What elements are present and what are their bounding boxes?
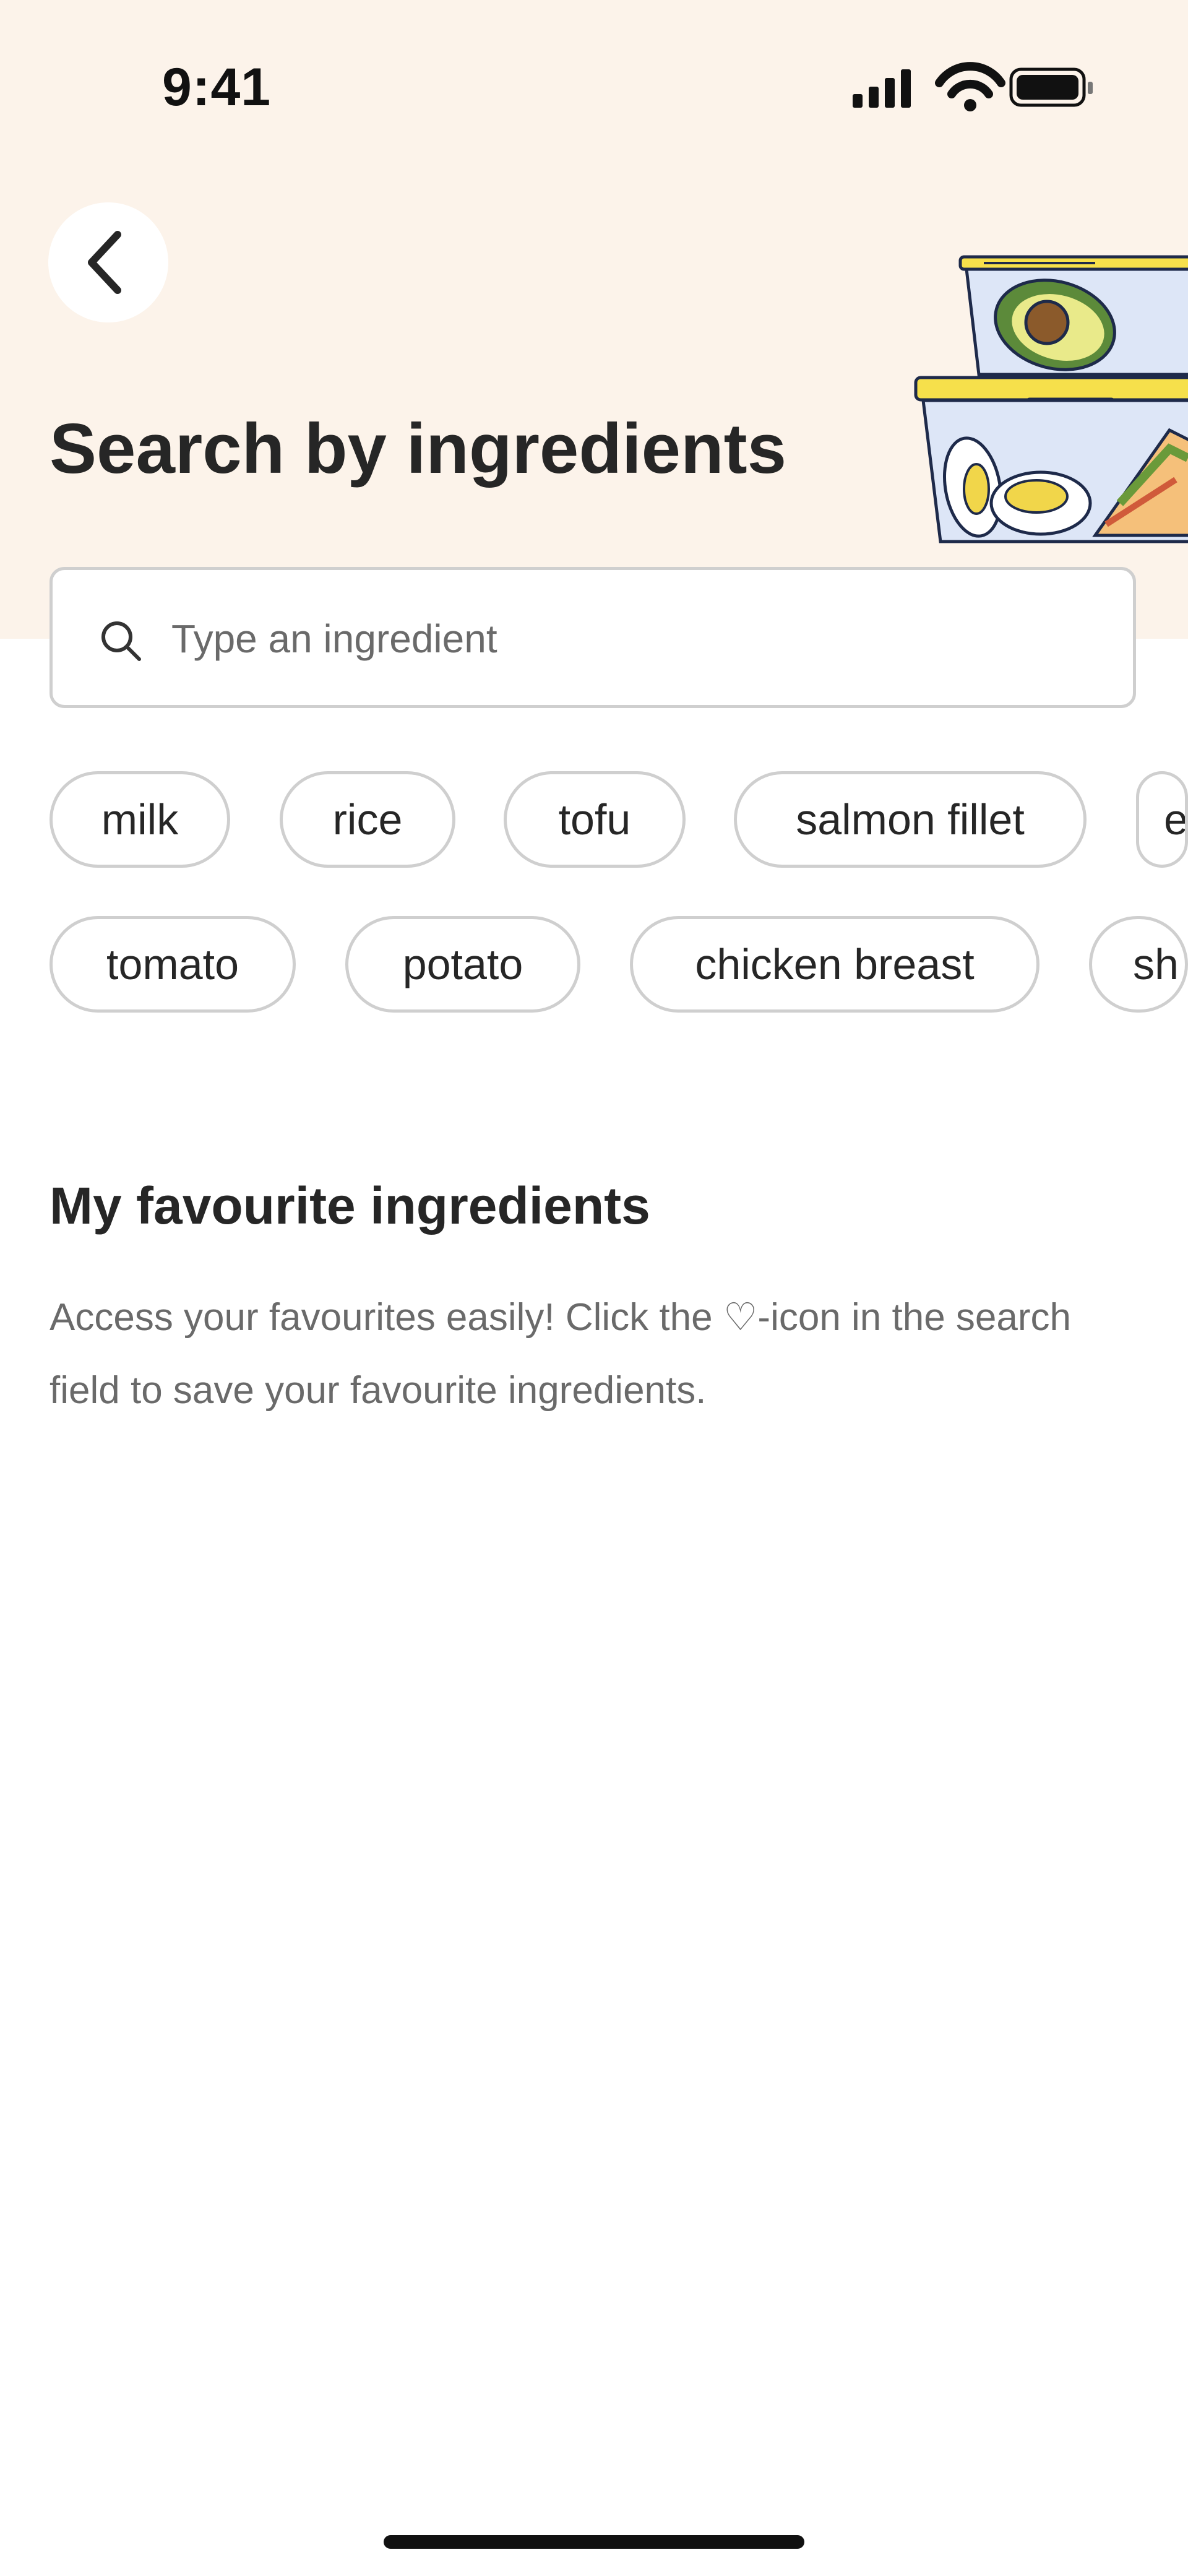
food-containers-illustration: [914, 255, 1188, 543]
battery-icon: [1009, 67, 1093, 107]
chip-rice[interactable]: rice: [280, 771, 455, 868]
cellular-signal-icon: [853, 69, 911, 108]
chip-salmon-fillet[interactable]: salmon fillet: [734, 771, 1087, 868]
status-time: 9:41: [162, 58, 272, 117]
chip-partial[interactable]: e: [1136, 771, 1188, 868]
chip-chicken-breast[interactable]: chicken breast: [630, 916, 1040, 1013]
chip-partial[interactable]: sh: [1089, 916, 1188, 1013]
wifi-icon: [935, 62, 1005, 111]
chip-tomato[interactable]: tomato: [50, 916, 296, 1013]
favourites-description: Access your favourites easily! Click the…: [50, 1296, 1072, 1412]
home-indicator[interactable]: [384, 2535, 804, 2549]
search-icon: [101, 621, 141, 661]
back-button[interactable]: [48, 202, 168, 322]
status-icons: [853, 62, 1093, 111]
page-title: Search by ingredients: [50, 410, 787, 488]
search-field[interactable]: [50, 567, 1136, 708]
chip-milk[interactable]: milk: [50, 771, 230, 868]
search-input[interactable]: [170, 595, 1101, 683]
chip-tofu[interactable]: tofu: [504, 771, 686, 868]
chevron-left-icon: [88, 231, 121, 294]
chip-potato[interactable]: potato: [345, 916, 580, 1013]
favourites-title: My favourite ingredients: [50, 1177, 650, 1235]
